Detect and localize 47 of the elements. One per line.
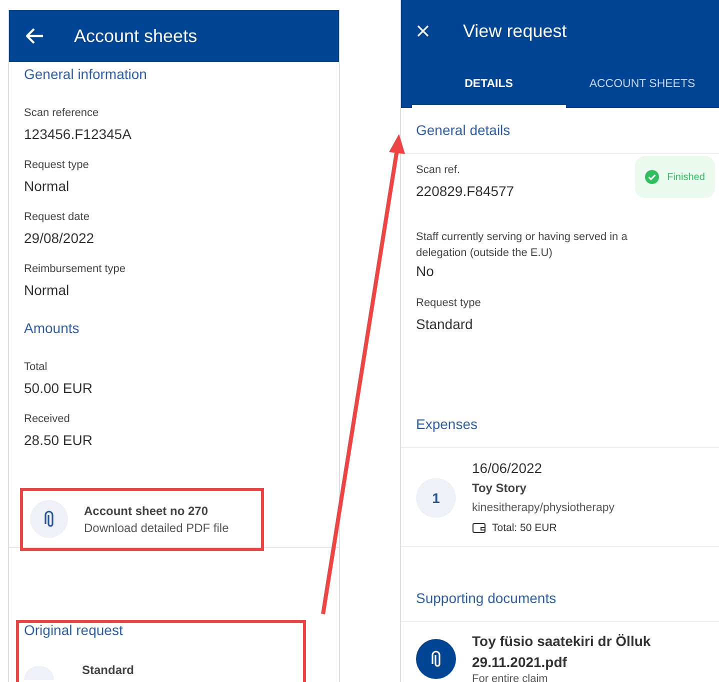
field-label: Received xyxy=(24,412,71,427)
tab[interactable]: DETAILS xyxy=(412,62,566,108)
check-circle-icon xyxy=(645,170,660,184)
expense-category: kinesitherapy/physiotherapy xyxy=(472,501,615,516)
field-value: Standard xyxy=(416,315,474,334)
field-label: Scan ref. xyxy=(416,163,462,178)
close-icon[interactable] xyxy=(417,25,429,37)
wallet-icon xyxy=(472,522,486,534)
section-heading: Supporting documents xyxy=(401,576,719,622)
field-label: Request type xyxy=(24,158,90,173)
section-heading: Expenses xyxy=(401,402,719,448)
field-value: 50.00 EUR xyxy=(24,379,94,398)
request-item[interactable]: Standard xyxy=(82,663,134,677)
field-value: Normal xyxy=(24,177,70,196)
expense-item[interactable]: 1 16/06/2022 Toy Story kinesitherapy/physiotherapy Total: 50 EUR xyxy=(401,448,719,547)
field-label: Scan reference xyxy=(24,106,100,121)
paperclip-icon xyxy=(30,500,68,538)
expense-number: 1 xyxy=(416,478,456,518)
expense-total: Total: 50 EUR xyxy=(492,521,557,536)
field-label: Request date xyxy=(24,210,90,225)
field-value: 28.50 EUR xyxy=(24,431,94,450)
section-heading: General information xyxy=(24,65,148,84)
attachment-title: Account sheet no 270 xyxy=(84,502,210,520)
field-value: No xyxy=(416,262,435,281)
field-label: Staff currently serving or having served in a delegation (outside the E.U) xyxy=(416,230,628,261)
document-scope: For entire claim xyxy=(472,673,549,682)
panel-title: Account sheets xyxy=(74,26,198,46)
field-value: 29/08/2022 xyxy=(24,229,96,248)
attachment-subtitle: Download detailed PDF file xyxy=(84,520,229,536)
field-label: Reimbursement type xyxy=(24,262,126,277)
field-value: Normal xyxy=(24,281,70,300)
tab[interactable]: ACCOUNT SHEETS xyxy=(566,62,719,108)
document-name: Toy füsio saatekiri dr Ölluk 29.11.2021.pdf xyxy=(472,632,652,672)
section-heading: Original request xyxy=(24,621,124,640)
expense-date: 16/06/2022 xyxy=(472,459,544,478)
attachment-link[interactable]: Account sheet no 270 Download detailed PDF file xyxy=(30,497,229,541)
expense-name: Toy Story xyxy=(472,480,528,497)
document-item[interactable]: Toy füsio saatekiri dr Ölluk 29.11.2021.pdf For entire claim xyxy=(401,622,719,682)
field-label: Request type xyxy=(416,296,482,311)
back-arrow-icon[interactable] xyxy=(26,28,44,44)
status-badge: Finished xyxy=(635,156,715,198)
field-value: 123456.F12345A xyxy=(24,125,132,144)
section-heading: Amounts xyxy=(24,319,80,338)
paperclip-icon xyxy=(416,638,456,678)
field-label: Total xyxy=(24,360,48,375)
panel-title: View request xyxy=(463,20,567,42)
field-value: 220829.F84577 xyxy=(416,182,516,201)
